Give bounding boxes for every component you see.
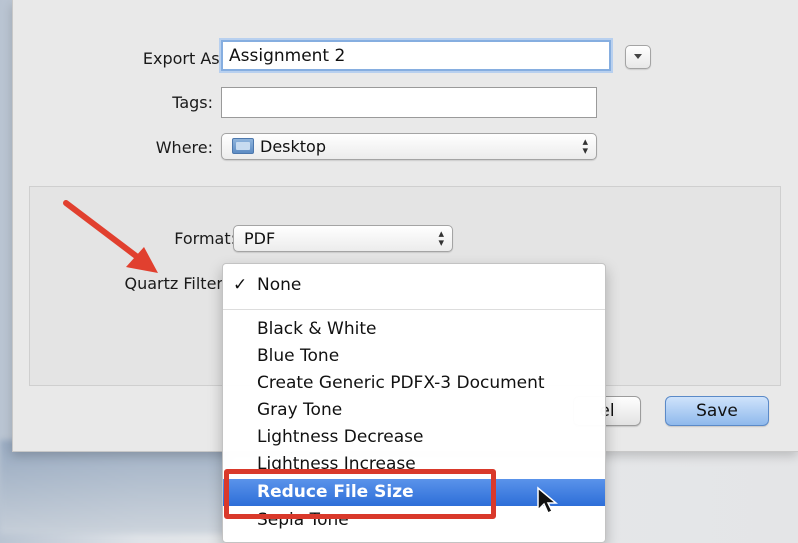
popup-arrows-icon: ▴ ▾: [582, 135, 588, 157]
menu-item-blue-tone[interactable]: Blue Tone: [223, 343, 605, 370]
popup-arrows-icon: ▴ ▾: [438, 227, 444, 249]
menu-item-sepia-tone[interactable]: Sepia Tone: [223, 507, 605, 534]
export-as-input[interactable]: Assignment 2: [221, 40, 611, 71]
save-button[interactable]: Save: [665, 396, 769, 426]
where-label: Where:: [155, 138, 213, 157]
folder-icon: [232, 138, 254, 154]
menu-item-lightness-increase[interactable]: Lightness Increase: [223, 451, 605, 478]
tags-label: Tags:: [172, 93, 213, 112]
menu-separator: [223, 309, 605, 310]
menu-item-gray-tone[interactable]: Gray Tone: [223, 397, 605, 424]
tags-input[interactable]: [221, 87, 597, 118]
menu-item-create-generic-pdfx3[interactable]: Create Generic PDFX-3 Document: [223, 370, 605, 397]
where-value: Desktop: [260, 137, 326, 156]
menu-item-black-white[interactable]: Black & White: [223, 316, 605, 343]
menu-item-lightness-decrease[interactable]: Lightness Decrease: [223, 424, 605, 451]
quartz-filter-label: Quartz Filter: [124, 274, 224, 293]
expand-disclosure-button[interactable]: [625, 45, 651, 69]
checkmark-icon: ✓: [233, 275, 248, 295]
quartz-filter-menu: ✓ None Black & White Blue Tone Create Ge…: [222, 263, 606, 543]
format-popup[interactable]: PDF ▴ ▾: [233, 225, 453, 252]
format-value: PDF: [244, 229, 276, 248]
chevron-down-icon: [634, 54, 642, 59]
export-as-label: Export As:: [142, 49, 225, 68]
menu-item-none[interactable]: ✓ None: [223, 272, 605, 299]
where-popup[interactable]: Desktop ▴ ▾: [221, 133, 597, 160]
format-label: Format:: [174, 229, 236, 248]
background-blur: [0, 440, 230, 534]
menu-item-reduce-file-size[interactable]: Reduce File Size: [223, 479, 605, 506]
